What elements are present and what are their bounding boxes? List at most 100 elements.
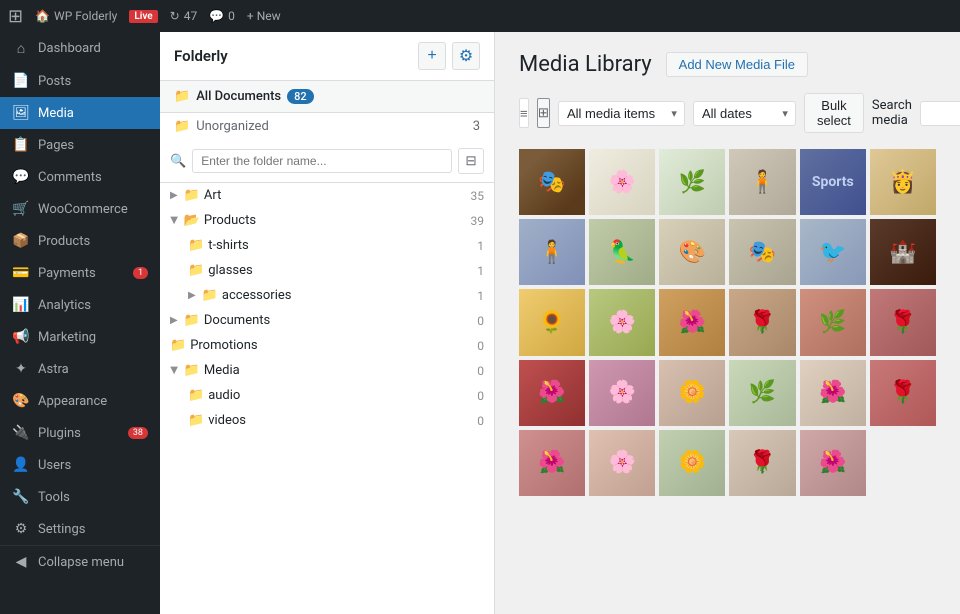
- tree-item-promotions[interactable]: 📁 Promotions 0: [160, 333, 494, 358]
- payments-badge: 1: [133, 267, 148, 279]
- media-item[interactable]: 🌼: [659, 360, 725, 426]
- folder-icon: 📁: [184, 313, 200, 328]
- sidebar-item-dashboard[interactable]: ⌂ Dashboard: [0, 32, 160, 65]
- all-documents-label: All Documents: [196, 89, 281, 104]
- all-documents-tab[interactable]: 📁 All Documents 82: [160, 81, 494, 112]
- tree-item-products[interactable]: ▶ 📂 Products 39: [160, 208, 494, 233]
- sidebar-item-posts[interactable]: 📄 Posts: [0, 65, 160, 97]
- bulk-select-button[interactable]: Bulk select: [804, 93, 864, 133]
- unorganized-item[interactable]: 📁 Unorganized 3: [160, 113, 494, 140]
- media-item[interactable]: 🧍: [729, 149, 795, 215]
- tree-item-label: t-shirts: [208, 238, 249, 253]
- tree-item-label: glasses: [208, 263, 253, 278]
- media-toolbar: ≡ ⊞ All media items Images Audio Video A…: [519, 93, 936, 133]
- tree-item-tshirts[interactable]: 📁 t-shirts 1: [160, 233, 494, 258]
- sidebar-item-woocommerce[interactable]: 🛒 WooCommerce: [0, 193, 160, 225]
- sidebar-item-analytics[interactable]: 📊 Analytics: [0, 289, 160, 321]
- folder-panel: Folderly + ⚙ 📁 All Documents 82 📁 Unorga…: [160, 32, 495, 614]
- sidebar-item-comments[interactable]: 💬 Comments: [0, 161, 160, 193]
- media-item[interactable]: 👸: [870, 149, 936, 215]
- sidebar-item-appearance[interactable]: 🎨 Appearance: [0, 385, 160, 417]
- site-name-link[interactable]: 🏠 WP Folderly: [35, 9, 117, 23]
- tree-item-count: 35: [471, 189, 485, 203]
- sidebar-item-plugins[interactable]: 🔌 Plugins 38: [0, 417, 160, 449]
- counter-icon: ↻: [170, 9, 180, 23]
- sidebar-item-label: Appearance: [38, 394, 107, 409]
- media-item[interactable]: 🧍: [519, 219, 585, 285]
- media-item[interactable]: 🌺: [800, 430, 866, 496]
- tree-item-count: 0: [477, 339, 484, 353]
- folder-settings-button[interactable]: ⚙: [452, 42, 480, 70]
- new-content-button[interactable]: + New: [247, 9, 281, 23]
- add-folder-button[interactable]: +: [418, 42, 446, 70]
- expand-icon: ▶: [188, 290, 196, 301]
- media-item[interactable]: 🌿: [729, 360, 795, 426]
- tree-item-count: 1: [477, 239, 484, 253]
- tree-item-art[interactable]: ▶ 📁 Art 35: [160, 183, 494, 208]
- sidebar-item-pages[interactable]: 📋 Pages: [0, 129, 160, 161]
- media-item[interactable]: 🎨: [659, 219, 725, 285]
- tree-item-media[interactable]: ▶ 📁 Media 0: [160, 358, 494, 383]
- marketing-icon: 📢: [12, 329, 30, 345]
- comments-item[interactable]: 💬 0: [209, 9, 235, 23]
- appearance-icon: 🎨: [12, 393, 30, 409]
- collapse-menu-button[interactable]: ◀ Collapse menu: [0, 545, 160, 578]
- sidebar-item-products[interactable]: 📦 Products: [0, 225, 160, 257]
- date-filter-dropdown[interactable]: All dates This month Last month: [693, 101, 796, 126]
- media-item[interactable]: 🎭: [729, 219, 795, 285]
- media-item[interactable]: 🏰: [870, 219, 936, 285]
- media-item[interactable]: 🌸: [589, 360, 655, 426]
- sidebar-item-settings[interactable]: ⚙ Settings: [0, 513, 160, 545]
- tree-item-glasses[interactable]: 📁 glasses 1: [160, 258, 494, 283]
- folder-search-input[interactable]: [192, 149, 452, 173]
- tree-item-accessories[interactable]: ▶ 📁 accessories 1: [160, 283, 494, 308]
- media-item[interactable]: 🌹: [729, 430, 795, 496]
- media-item[interactable]: 🌺: [519, 430, 585, 496]
- media-item[interactable]: 🌸: [589, 289, 655, 355]
- tree-item-count: 1: [477, 289, 484, 303]
- add-new-media-button[interactable]: Add New Media File: [666, 52, 808, 77]
- folder-panel-title: Folderly: [174, 47, 228, 65]
- media-item[interactable]: Sports: [800, 149, 866, 215]
- media-item[interactable]: 🐦: [800, 219, 866, 285]
- sidebar-item-users[interactable]: 👤 Users: [0, 449, 160, 481]
- media-item[interactable]: 🌻: [519, 289, 585, 355]
- users-icon: 👤: [12, 457, 30, 473]
- media-type-dropdown[interactable]: All media items Images Audio Video: [558, 101, 685, 126]
- media-item[interactable]: 🌹: [870, 360, 936, 426]
- media-item[interactable]: 🌿: [800, 289, 866, 355]
- page-title: Media Library: [519, 52, 652, 77]
- media-item[interactable]: 🌸: [589, 149, 655, 215]
- media-item[interactable]: 🌺: [659, 289, 725, 355]
- counter-item[interactable]: ↻ 47: [170, 9, 198, 23]
- media-item[interactable]: 🌸: [589, 430, 655, 496]
- media-item[interactable]: 🌺: [800, 360, 866, 426]
- media-item[interactable]: 🎭: [519, 149, 585, 215]
- media-item[interactable]: 🌺: [519, 360, 585, 426]
- sidebar-item-marketing[interactable]: 📢 Marketing: [0, 321, 160, 353]
- sidebar-item-astra[interactable]: ✦ Astra: [0, 353, 160, 385]
- folder-icon: 📁: [184, 188, 200, 203]
- folder-filter-button[interactable]: ⊟: [458, 148, 484, 174]
- media-item[interactable]: 🌿: [659, 149, 725, 215]
- search-media-input[interactable]: [920, 101, 960, 126]
- grid-view-button[interactable]: ⊞: [537, 98, 550, 128]
- tree-item-label: Promotions: [190, 338, 257, 353]
- media-item[interactable]: 🌼: [659, 430, 725, 496]
- media-item[interactable]: 🌹: [870, 289, 936, 355]
- sidebar-item-label: WooCommerce: [38, 202, 128, 217]
- media-item[interactable]: 🌹: [729, 289, 795, 355]
- unorganized-count: 3: [473, 119, 480, 134]
- sidebar-item-tools[interactable]: 🔧 Tools: [0, 481, 160, 513]
- tree-item-audio[interactable]: 📁 audio 0: [160, 383, 494, 408]
- left-navigation: ⌂ Dashboard 📄 Posts 🖼 Media 📋 Pages 💬 Co…: [0, 32, 160, 614]
- media-item[interactable]: 🦜: [589, 219, 655, 285]
- list-view-button[interactable]: ≡: [519, 98, 529, 128]
- sidebar-item-payments[interactable]: 💳 Payments 1: [0, 257, 160, 289]
- tree-item-documents[interactable]: ▶ 📁 Documents 0: [160, 308, 494, 333]
- sidebar-item-media[interactable]: 🖼 Media: [0, 97, 160, 129]
- sidebar-item-label: Marketing: [38, 330, 96, 345]
- date-filter-dropdown-wrap: All dates This month Last month: [693, 101, 796, 126]
- plugins-icon: 🔌: [12, 425, 30, 441]
- tree-item-videos[interactable]: 📁 videos 0: [160, 408, 494, 433]
